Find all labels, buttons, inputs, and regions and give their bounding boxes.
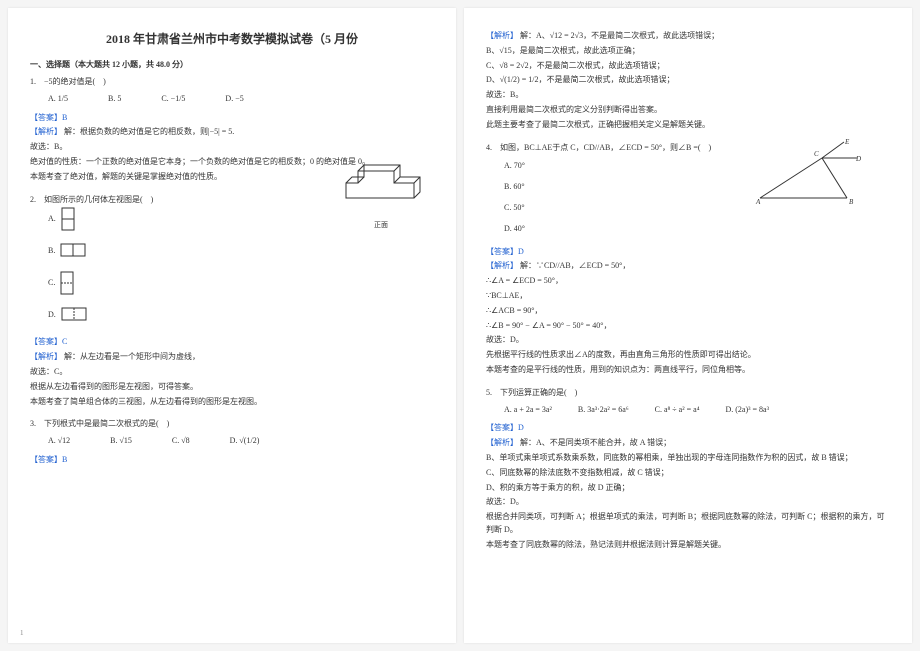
q5-exp-label: 【解析】 bbox=[486, 438, 518, 447]
q5-choices: A. a + 2a = 3a² B. 3a³·2a² = 6a⁶ C. a⁸ ÷… bbox=[486, 404, 890, 417]
q2-caption: 正面 bbox=[336, 220, 426, 231]
view-b-icon bbox=[59, 238, 87, 264]
q4-l6: 先根据平行线的性质求出∠A的度数，再由直角三角形的性质即可得出结论。 bbox=[486, 349, 890, 362]
q5-answer: 【答案】D bbox=[486, 422, 890, 435]
q3-r7: 此题主要考查了最简二次根式，正确把握相关定义是解题关键。 bbox=[486, 119, 890, 132]
q2-a-label: A. bbox=[48, 213, 56, 226]
q3-choice-a: A. √12 bbox=[48, 435, 70, 448]
q1-line1: 故选：B。 bbox=[30, 141, 434, 154]
label-E: E bbox=[844, 138, 850, 146]
q2-figure: 正面 bbox=[336, 163, 426, 231]
q3-r5: 故选：B。 bbox=[486, 89, 890, 102]
q5-l1: B、单项式乘单项式系数乘系数，同底数的幂相乘，单独出现的字母连同指数作为积的因式… bbox=[486, 452, 890, 465]
q2-line3: 本题考查了简单组合体的三视图，从左边看得到的图形是左视图。 bbox=[30, 396, 434, 409]
q5-l5: 根据合并同类项，可判断 A；根据单项式的乘法，可判断 B；根据同底数幂的除法，可… bbox=[486, 511, 890, 537]
q5-choice-c: C. a⁸ ÷ a² = a⁴ bbox=[655, 404, 700, 417]
section-heading: 一、选择题（本大题共 12 小题，共 48.0 分） bbox=[30, 59, 434, 70]
q1-choices: A. 1/5 B. 5 C. −1/5 D. −5 bbox=[30, 93, 434, 106]
q5-explanation: 【解析】 解：A、不是同类项不能合并，故 A 错误； bbox=[486, 437, 890, 450]
q1-choice-d: D. −5 bbox=[225, 93, 243, 106]
view-d-icon bbox=[60, 302, 88, 328]
q2-b-label: B. bbox=[48, 245, 55, 258]
q3-choice-b: B. √15 bbox=[110, 435, 132, 448]
angle-diagram-icon: A B C D E bbox=[752, 138, 862, 208]
q5-choice-d: D. (2a)³ = 8a³ bbox=[725, 404, 769, 417]
q3-answer: 【答案】B bbox=[30, 454, 434, 467]
question-5: 5. 下列运算正确的是( ) A. a + 2a = 3a² B. 3a³·2a… bbox=[486, 387, 890, 552]
q4-l4: ∴∠B = 90° − ∠A = 90° − 50° = 40°， bbox=[486, 320, 890, 333]
question-3: 3. 下列根式中是最简二次根式的是( ) A. √12 B. √15 C. √8… bbox=[30, 418, 434, 466]
question-2: 2. 如图所示的几何体左视图是( ) 正面 A. B. bbox=[30, 194, 434, 409]
q3-r2: B、√15，是最简二次根式，故此选项正确； bbox=[486, 45, 890, 58]
q3-stem: 3. 下列根式中是最简二次根式的是( ) bbox=[30, 419, 169, 428]
q3-r4: D、√(1/2) = 1/2，不是最简二次根式，故此选项错误； bbox=[486, 74, 890, 87]
q5-choice-a: A. a + 2a = 3a² bbox=[504, 404, 552, 417]
q1-choice-b: B. 5 bbox=[108, 93, 121, 106]
q1-exp-body: 解：根据负数的绝对值是它的相反数，则|−5| = 5. bbox=[64, 127, 234, 136]
q1-stem: 1. −5的绝对值是( ) bbox=[30, 77, 106, 86]
q1-explanation: 【解析】 解：根据负数的绝对值是它的相反数，则|−5| = 5. bbox=[30, 126, 434, 139]
q1-choice-c: C. −1/5 bbox=[161, 93, 185, 106]
q2-c-label: C. bbox=[48, 277, 55, 290]
q5-choice-b: B. 3a³·2a² = 6a⁶ bbox=[578, 404, 629, 417]
q1-answer: 【答案】B bbox=[30, 112, 434, 125]
q5-l4: 故选：D。 bbox=[486, 496, 890, 509]
q2-stem: 2. 如图所示的几何体左视图是( ) bbox=[30, 195, 153, 204]
q2-explanation: 【解析】 解：从左边看是一个矩形中间为虚线， bbox=[30, 351, 434, 364]
q2-line1: 故选：C。 bbox=[30, 366, 434, 379]
label-A: A bbox=[755, 198, 761, 206]
q4-l3: ∴∠ACB = 90°， bbox=[486, 305, 890, 318]
q5-exp-body: 解：A、不是同类项不能合并，故 A 错误； bbox=[520, 438, 671, 447]
q5-l3: D、积的乘方等于乘方的积，故 D 正确； bbox=[486, 482, 890, 495]
q2-answer: 【答案】C bbox=[30, 336, 434, 349]
q4-figure: A B C D E bbox=[752, 138, 862, 213]
q2-exp-body: 解：从左边看是一个矩形中间为虚线， bbox=[64, 352, 200, 361]
q3-exp: 【解析】 解：A、√12 = 2√3，不是最简二次根式，故此选项错误； bbox=[486, 30, 890, 43]
label-D: D bbox=[855, 155, 861, 163]
q5-stem: 5. 下列运算正确的是( ) bbox=[486, 388, 577, 397]
label-B: B bbox=[849, 198, 854, 206]
doc-title: 2018 年甘肃省兰州市中考数学模拟试卷（5 月份 bbox=[30, 30, 434, 47]
q4-exp-body: 解：∵CD//AB，∠ECD = 50°， bbox=[520, 261, 630, 270]
q3-choice-c: C. √8 bbox=[172, 435, 190, 448]
q2-choice-b: B. bbox=[48, 238, 434, 264]
q2-choice-d: D. bbox=[48, 302, 434, 328]
q4-explanation: 【解析】 解：∵CD//AB，∠ECD = 50°， bbox=[486, 260, 890, 273]
q4-l5: 故选：D。 bbox=[486, 334, 890, 347]
view-a-icon bbox=[60, 206, 88, 232]
question-4: 4. 如图，BC⊥AE于点 C，CD//AB，∠ECD = 50°，则∠B =(… bbox=[486, 142, 890, 377]
q1-exp-label: 【解析】 bbox=[30, 127, 62, 136]
view-c-icon bbox=[59, 270, 87, 296]
q4-stem: 4. 如图，BC⊥AE于点 C，CD//AB，∠ECD = 50°，则∠B =(… bbox=[486, 143, 711, 152]
label-C: C bbox=[814, 150, 819, 158]
q3-exp-label: 【解析】 bbox=[486, 31, 518, 40]
q2-choice-c: C. bbox=[48, 270, 434, 296]
q1-choice-a: A. 1/5 bbox=[48, 93, 68, 106]
q4-answer: 【答案】D bbox=[486, 246, 890, 259]
q4-choice-d: D. 40° bbox=[504, 223, 890, 236]
q2-line2: 根据从左边看得到的图形是左视图，可得答案。 bbox=[30, 381, 434, 394]
q4-l7: 本题考查的是平行线的性质，用到的知识点为：两直线平行，同位角相等。 bbox=[486, 364, 890, 377]
q4-l2: ∵BC⊥AE， bbox=[486, 290, 890, 303]
shape3d-icon bbox=[336, 163, 426, 213]
page-right: 【解析】 解：A、√12 = 2√3，不是最简二次根式，故此选项错误； B、√1… bbox=[464, 8, 912, 643]
page-left: 2018 年甘肃省兰州市中考数学模拟试卷（5 月份 一、选择题（本大题共 12 … bbox=[8, 8, 456, 643]
q3-r6: 直接利用最简二次根式的定义分别判断得出答案。 bbox=[486, 104, 890, 117]
q3-choices: A. √12 B. √15 C. √8 D. √(1/2) bbox=[30, 435, 434, 448]
q5-l6: 本题考查了同底数幂的除法，熟记法则并根据法则计算是解题关键。 bbox=[486, 539, 890, 552]
q3-choice-d: D. √(1/2) bbox=[230, 435, 260, 448]
q3-r3: C、√8 = 2√2，不是最简二次根式，故此选项错误； bbox=[486, 60, 890, 73]
q2-d-label: D. bbox=[48, 309, 56, 322]
q4-exp-label: 【解析】 bbox=[486, 261, 518, 270]
q3-exp-body: 解：A、√12 = 2√3，不是最简二次根式，故此选项错误； bbox=[520, 31, 719, 40]
q4-l1: ∴∠A = ∠ECD = 50°， bbox=[486, 275, 890, 288]
q5-l2: C、同底数幂的除法底数不变指数相减，故 C 错误； bbox=[486, 467, 890, 480]
q2-exp-label: 【解析】 bbox=[30, 352, 62, 361]
page-number: 1 bbox=[20, 629, 24, 637]
